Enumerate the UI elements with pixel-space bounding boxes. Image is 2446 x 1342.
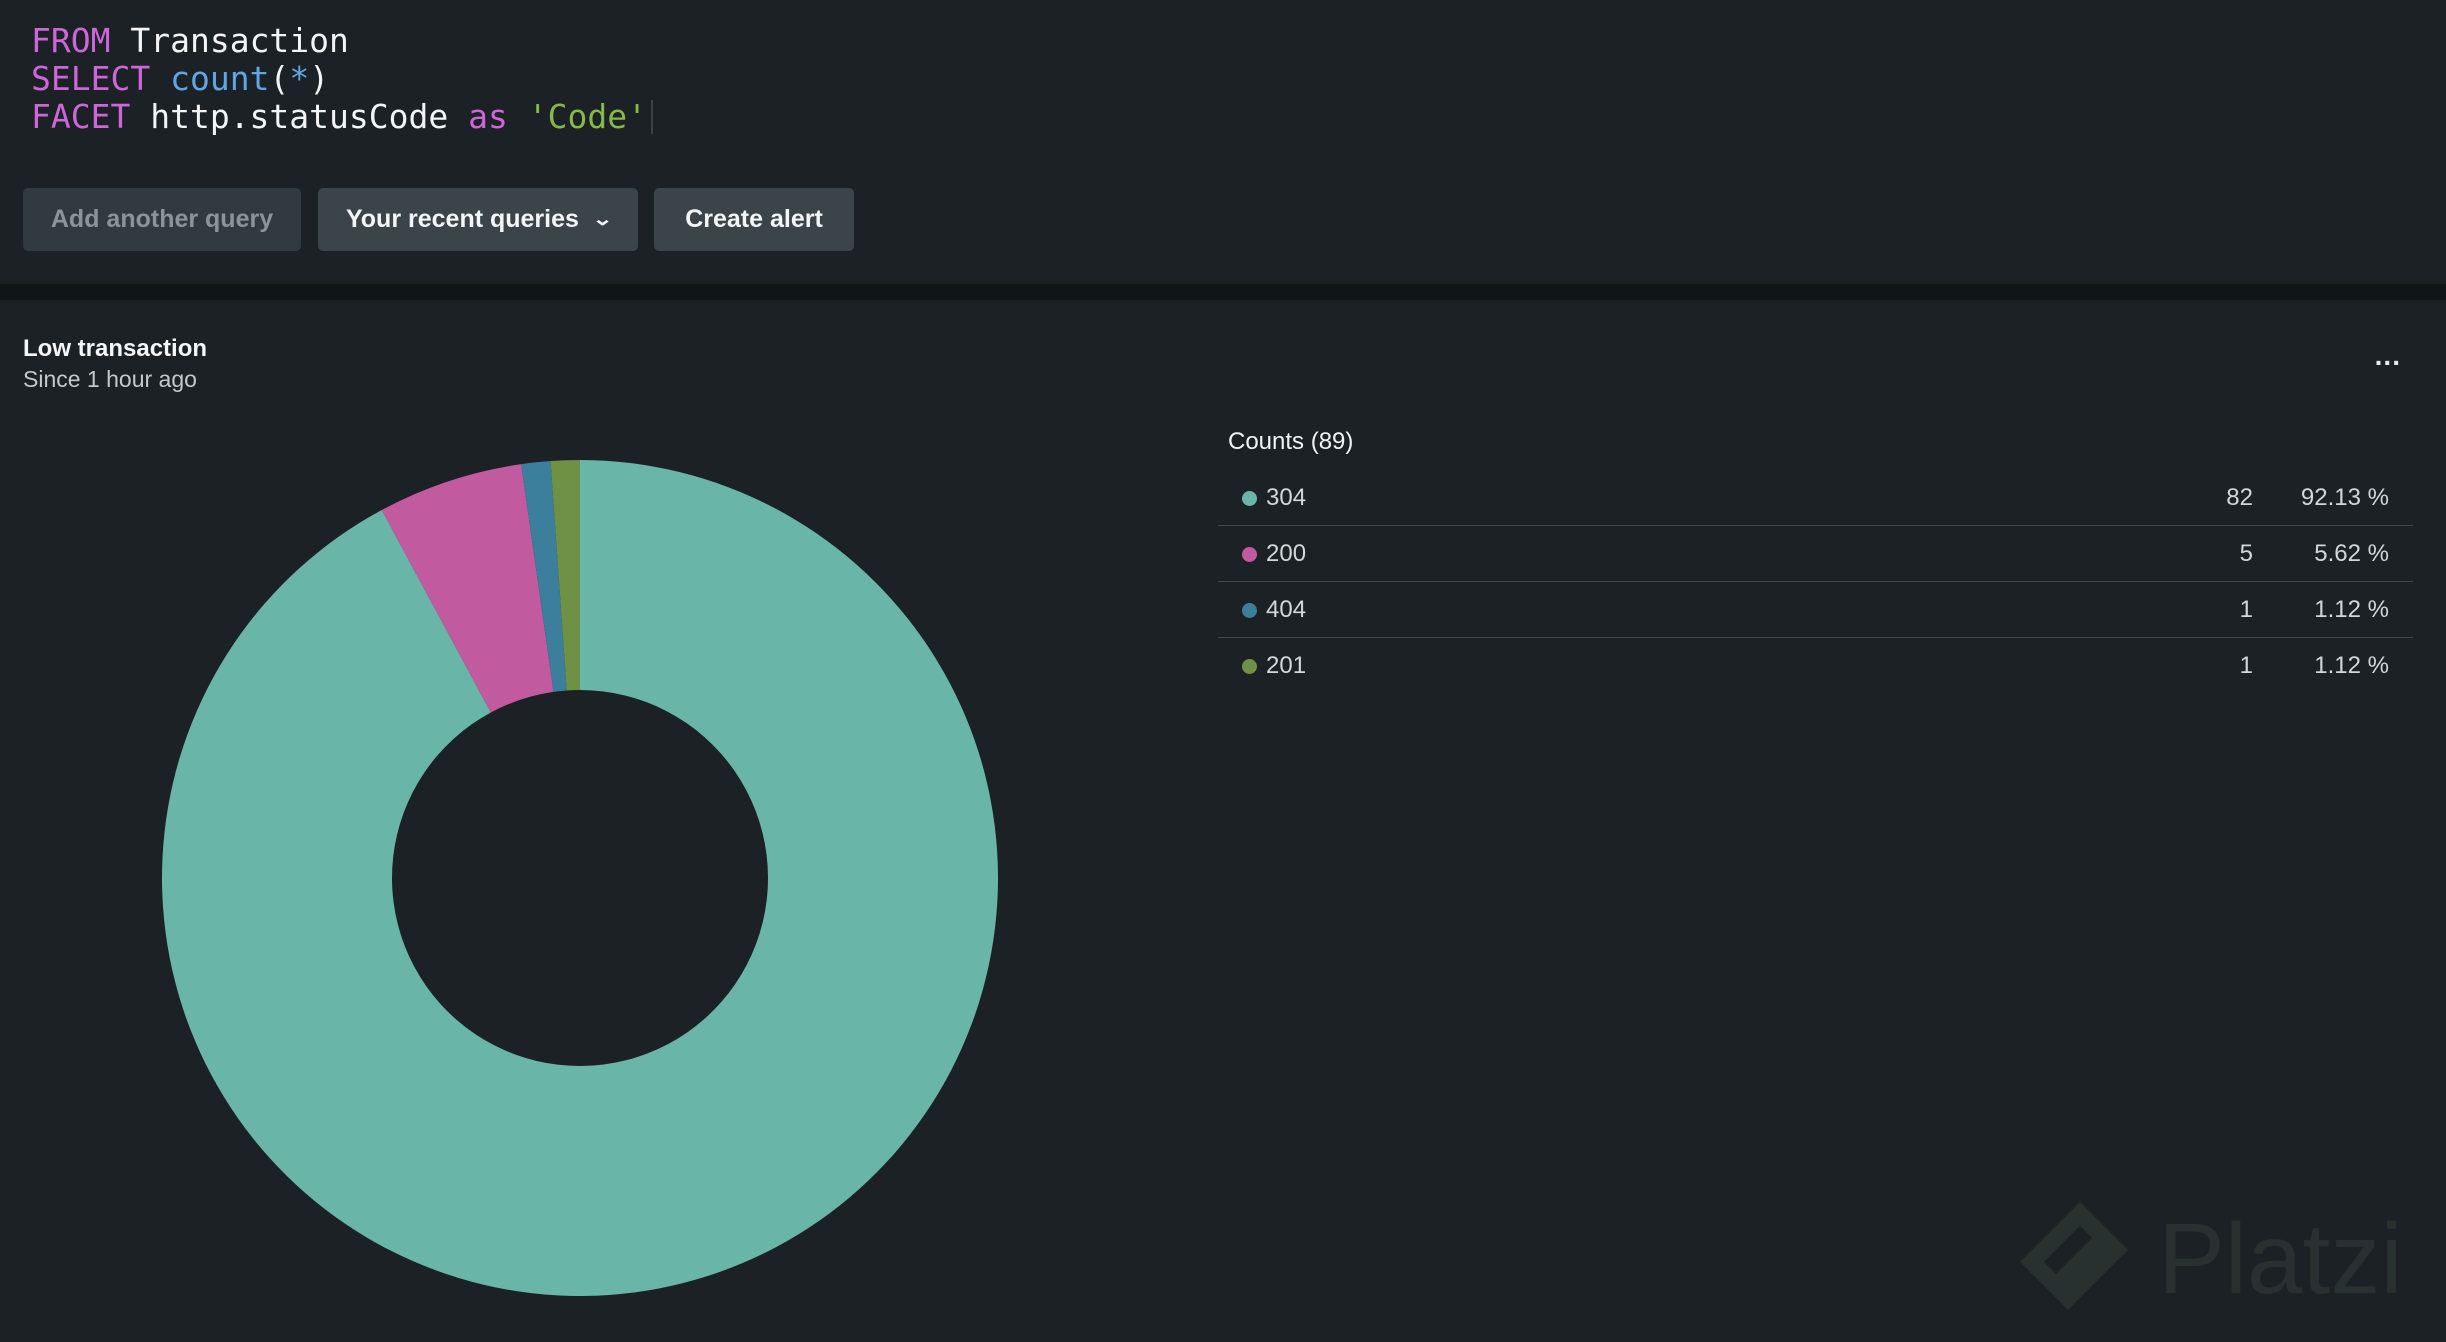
add-another-query-button[interactable]: Add another query [23, 188, 301, 251]
keyword-facet: FACET [31, 97, 131, 136]
section-divider [0, 284, 2446, 300]
query-editor[interactable]: FROM Transaction SELECT count(*) FACET h… [0, 0, 2446, 284]
legend-row-404[interactable]: 404 1 1.12 % [1218, 582, 2413, 638]
platzi-watermark: Platzi [2010, 1190, 2430, 1330]
chevron-down-icon: ⌄ [591, 209, 614, 229]
text-caret [650, 100, 653, 134]
widget-subtitle: Since 1 hour ago [23, 366, 197, 392]
legend-label: 201 [1266, 652, 1307, 679]
legend-swatch-200 [1242, 547, 1257, 562]
legend-count: 5 [2239, 540, 2253, 567]
wildcard: * [289, 59, 310, 98]
legend-count: 82 [2226, 484, 2253, 511]
legend-percentage: 92.13 % [2300, 484, 2389, 511]
facet-attribute: http.statusCode [150, 97, 449, 136]
code-line-2: SELECT count(*) [31, 60, 653, 98]
legend-label: 404 [1266, 596, 1307, 623]
keyword-from: FROM [31, 21, 111, 60]
legend-percentage: 1.12 % [2314, 652, 2389, 679]
chart-widget: Low transaction Since 1 hour ago ... Cou… [0, 300, 2446, 1342]
recent-queries-button[interactable]: Your recent queries ⌄ [318, 188, 638, 251]
create-alert-button[interactable]: Create alert [654, 188, 854, 251]
legend-percentage: 1.12 % [2314, 596, 2389, 623]
legend-header: Counts (89) [1228, 428, 1354, 455]
function-count: count [170, 59, 270, 98]
watermark-text: Platzi [2158, 1203, 2403, 1315]
more-options-icon[interactable]: ... [2375, 340, 2401, 372]
keyword-as: as [468, 97, 508, 136]
widget-title: Low transaction [23, 335, 208, 362]
alias-string: 'Code' [527, 97, 647, 136]
donut-chart [161, 460, 998, 1296]
recent-queries-label: Your recent queries [345, 205, 579, 233]
legend-percentage: 5.62 % [2314, 540, 2389, 567]
legend-count: 1 [2239, 596, 2253, 623]
legend-table: 304 82 92.13 % 200 5 5.62 % 404 1 1.12 % 201 1 1.12… [1218, 470, 2413, 694]
paren-open: ( [269, 59, 290, 98]
platzi-logo-icon [2020, 1202, 2128, 1310]
code-line-3: FACET http.statusCode as 'Code' [31, 98, 653, 136]
legend-row-201[interactable]: 201 1 1.12 % [1218, 638, 2413, 694]
paren-close: ) [309, 59, 330, 98]
legend-swatch-404 [1242, 603, 1257, 618]
nrql-code[interactable]: FROM Transaction SELECT count(*) FACET h… [31, 22, 653, 136]
keyword-select: SELECT [31, 59, 151, 98]
event-type: Transaction [130, 21, 349, 60]
legend-label: 304 [1266, 484, 1307, 511]
legend-row-200[interactable]: 200 5 5.62 % [1218, 526, 2413, 582]
code-line-1: FROM Transaction [31, 22, 653, 60]
legend-swatch-304 [1242, 491, 1257, 506]
legend-count: 1 [2239, 652, 2253, 679]
legend-row-304[interactable]: 304 82 92.13 % [1218, 470, 2413, 526]
legend-label: 200 [1266, 540, 1307, 567]
legend-swatch-201 [1242, 659, 1257, 674]
